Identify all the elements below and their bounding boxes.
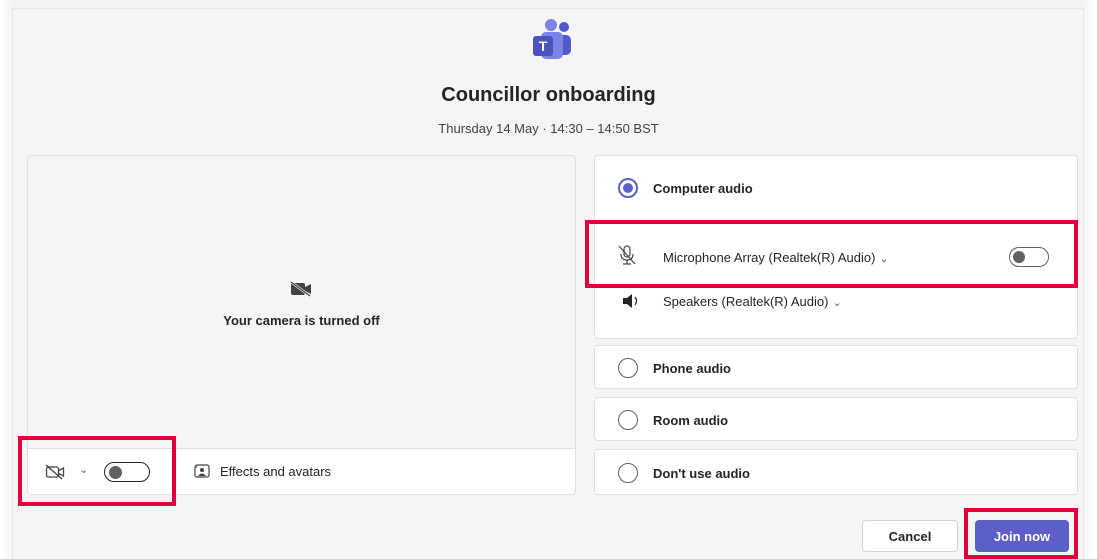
microphone-toggle[interactable] [1009,247,1049,267]
computer-audio-label: Computer audio [653,181,753,196]
meeting-title: Councillor onboarding [441,84,656,106]
camera-toggle[interactable] [104,462,150,482]
camera-chevron-down-icon[interactable]: ⌄ [79,463,88,476]
phone-audio-radio[interactable] [618,358,638,378]
audio-option-phone[interactable]: Phone audio [594,345,1078,389]
meeting-time: Thursday 14 May · 14:30 – 14:50 BST [438,121,659,136]
room-audio-label: Room audio [653,413,729,428]
audio-option-none[interactable]: Don't use audio [594,449,1078,495]
camera-off-icon[interactable] [45,464,65,480]
toggle-knob [1013,251,1025,263]
video-preview-panel: Your camera is turned off ⌄ Effects and … [27,155,576,495]
audio-option-room[interactable]: Room audio [594,397,1078,441]
chevron-down-icon: ⌄ [879,253,889,265]
svg-text:T: T [539,38,548,54]
join-now-button[interactable]: Join now [975,520,1069,552]
toggle-knob [109,465,122,479]
room-audio-radio[interactable] [618,410,638,430]
microphone-select[interactable]: Microphone Array (Realtek(R) Audio) ⌄ [663,250,889,265]
effects-icon[interactable] [194,464,210,478]
camera-status-text: Your camera is turned off [223,313,380,328]
cancel-button[interactable]: Cancel [862,520,958,552]
phone-audio-label: Phone audio [653,361,731,376]
speaker-icon[interactable] [621,292,641,310]
speakers-label: Speakers (Realtek(R) Audio) [663,294,829,309]
camera-off-icon [290,281,311,297]
no-audio-label: Don't use audio [653,466,750,481]
microphone-label: Microphone Array (Realtek(R) Audio) [663,250,876,265]
chevron-down-icon: ⌄ [832,297,842,309]
teams-logo-icon: T [533,19,571,59]
no-audio-radio[interactable] [618,463,638,483]
audio-option-computer[interactable]: Computer audio Microphone Array (Realtek… [594,155,1078,339]
effects-and-avatars-button[interactable]: Effects and avatars [220,464,331,479]
mic-off-icon[interactable] [617,244,637,266]
speakers-select[interactable]: Speakers (Realtek(R) Audio) ⌄ [663,294,842,309]
computer-audio-radio[interactable] [618,178,638,198]
video-controls-bar: ⌄ Effects and avatars [28,448,575,494]
divider [595,223,1077,224]
